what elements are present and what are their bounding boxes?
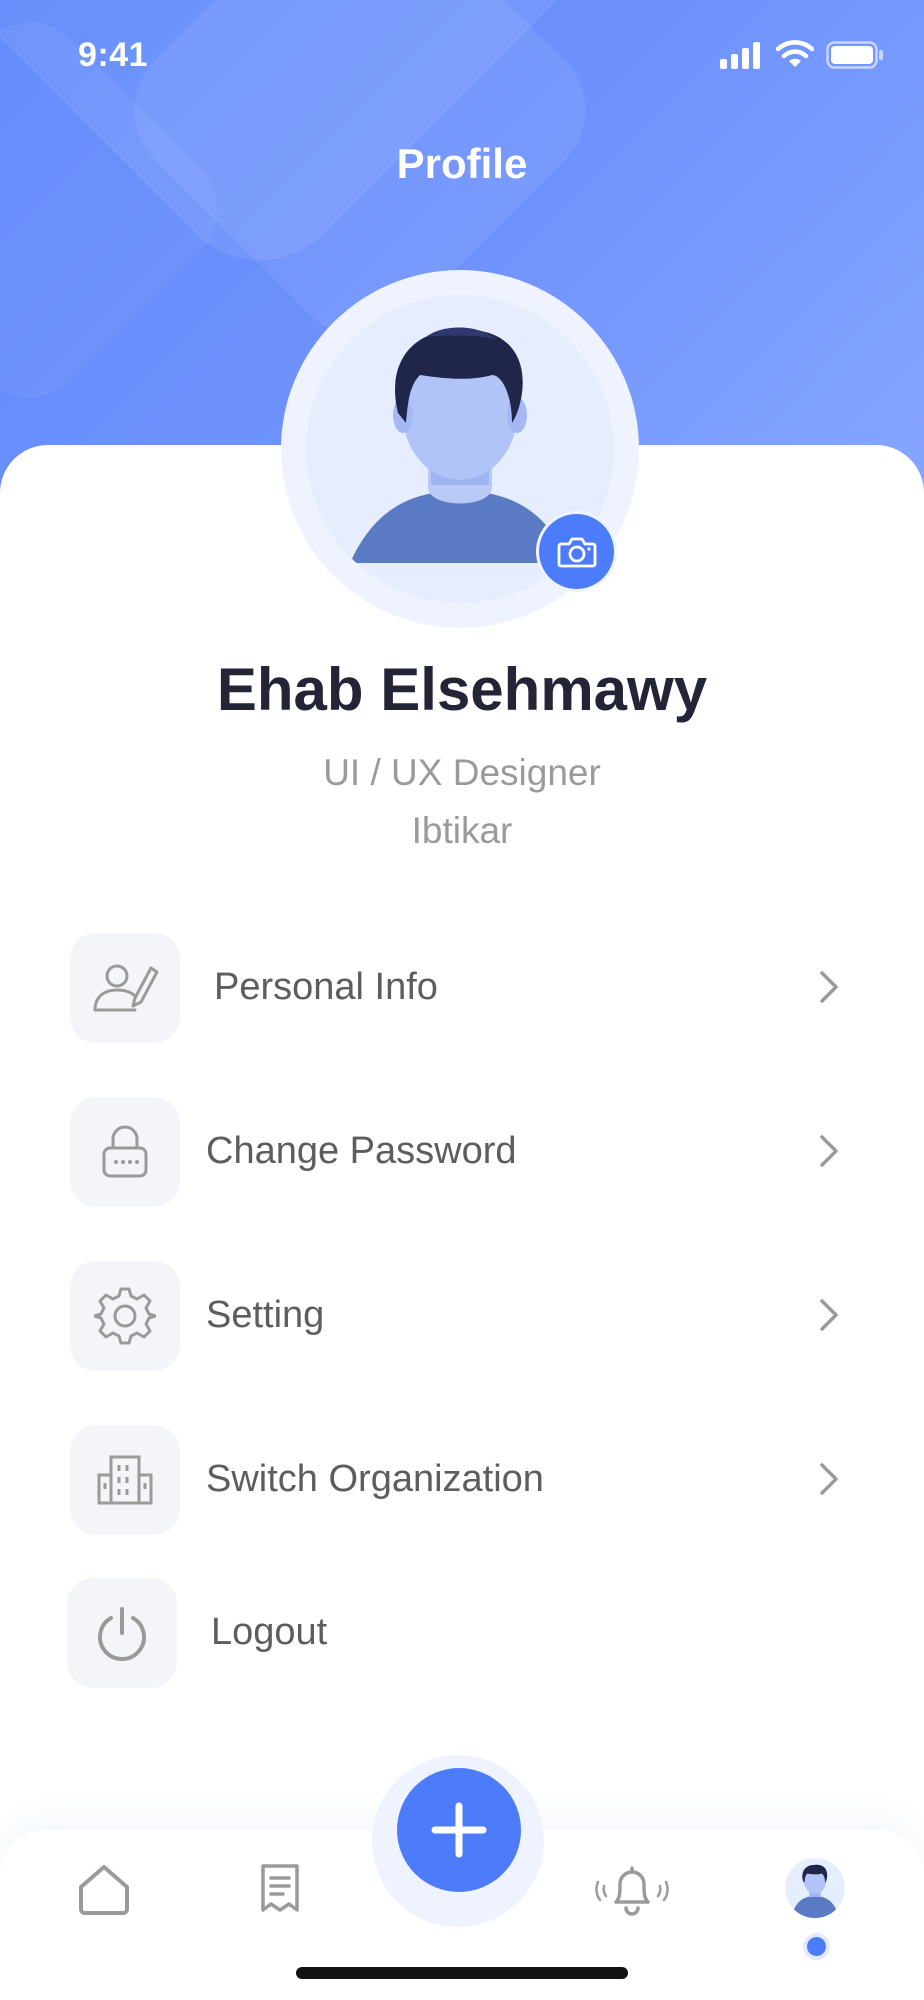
plus-icon bbox=[431, 1802, 487, 1858]
lock-icon bbox=[102, 1125, 148, 1178]
menu-item-label: Change Password bbox=[206, 1130, 517, 1172]
menu-item-setting[interactable]: Setting bbox=[0, 1261, 924, 1371]
add-button[interactable] bbox=[397, 1768, 521, 1892]
building-icon bbox=[97, 1455, 153, 1505]
home-icon bbox=[79, 1865, 129, 1915]
power-icon bbox=[98, 1607, 146, 1661]
menu-item-personal-info[interactable]: Personal Info bbox=[0, 933, 924, 1043]
profile-avatar-icon bbox=[793, 1864, 837, 1918]
nav-notifications[interactable] bbox=[592, 1858, 672, 1922]
battery-icon bbox=[826, 41, 883, 69]
chevron-right-icon bbox=[820, 1299, 838, 1331]
chevron-right-icon bbox=[820, 971, 838, 1003]
user-role: UI / UX Designer bbox=[323, 752, 601, 793]
status-time: 9:41 bbox=[78, 36, 149, 74]
menu-icon-tile bbox=[70, 933, 180, 1043]
status-icons bbox=[720, 40, 884, 70]
menu-item-label: Setting bbox=[206, 1294, 325, 1336]
wifi-icon bbox=[776, 40, 814, 67]
home-indicator bbox=[296, 1967, 628, 1979]
signal-icon bbox=[720, 42, 760, 69]
user-edit-icon bbox=[93, 964, 159, 1012]
menu-icon-tile bbox=[67, 1578, 177, 1688]
menu-item-logout[interactable]: Logout bbox=[0, 1578, 924, 1688]
menu-item-label: Logout bbox=[211, 1611, 328, 1653]
menu-item-change-password[interactable]: Change Password bbox=[0, 1097, 924, 1207]
nav-orders[interactable] bbox=[252, 1858, 308, 1918]
menu-item-label: Switch Organization bbox=[206, 1458, 544, 1500]
chevron-right-icon bbox=[820, 1135, 838, 1167]
camera-icon bbox=[557, 537, 596, 567]
menu-icon-tile bbox=[70, 1425, 180, 1535]
receipt-icon bbox=[261, 1864, 299, 1912]
page-title: Profile bbox=[396, 140, 528, 187]
gear-icon bbox=[94, 1287, 156, 1345]
nav-profile-avatar[interactable] bbox=[785, 1858, 845, 1918]
menu-item-switch-organization[interactable]: Switch Organization bbox=[0, 1425, 924, 1535]
menu-icon-tile bbox=[70, 1097, 180, 1207]
chevron-right-icon bbox=[820, 1463, 838, 1495]
active-tab-indicator bbox=[807, 1937, 826, 1956]
bell-icon bbox=[595, 1866, 669, 1916]
change-photo-button[interactable] bbox=[539, 514, 614, 589]
nav-home[interactable] bbox=[72, 1858, 136, 1922]
user-organization: Ibtikar bbox=[411, 810, 513, 851]
menu-item-label: Personal Info bbox=[214, 966, 438, 1008]
user-name: Ehab Elsehmawy bbox=[216, 656, 708, 723]
menu-icon-tile bbox=[70, 1261, 180, 1371]
